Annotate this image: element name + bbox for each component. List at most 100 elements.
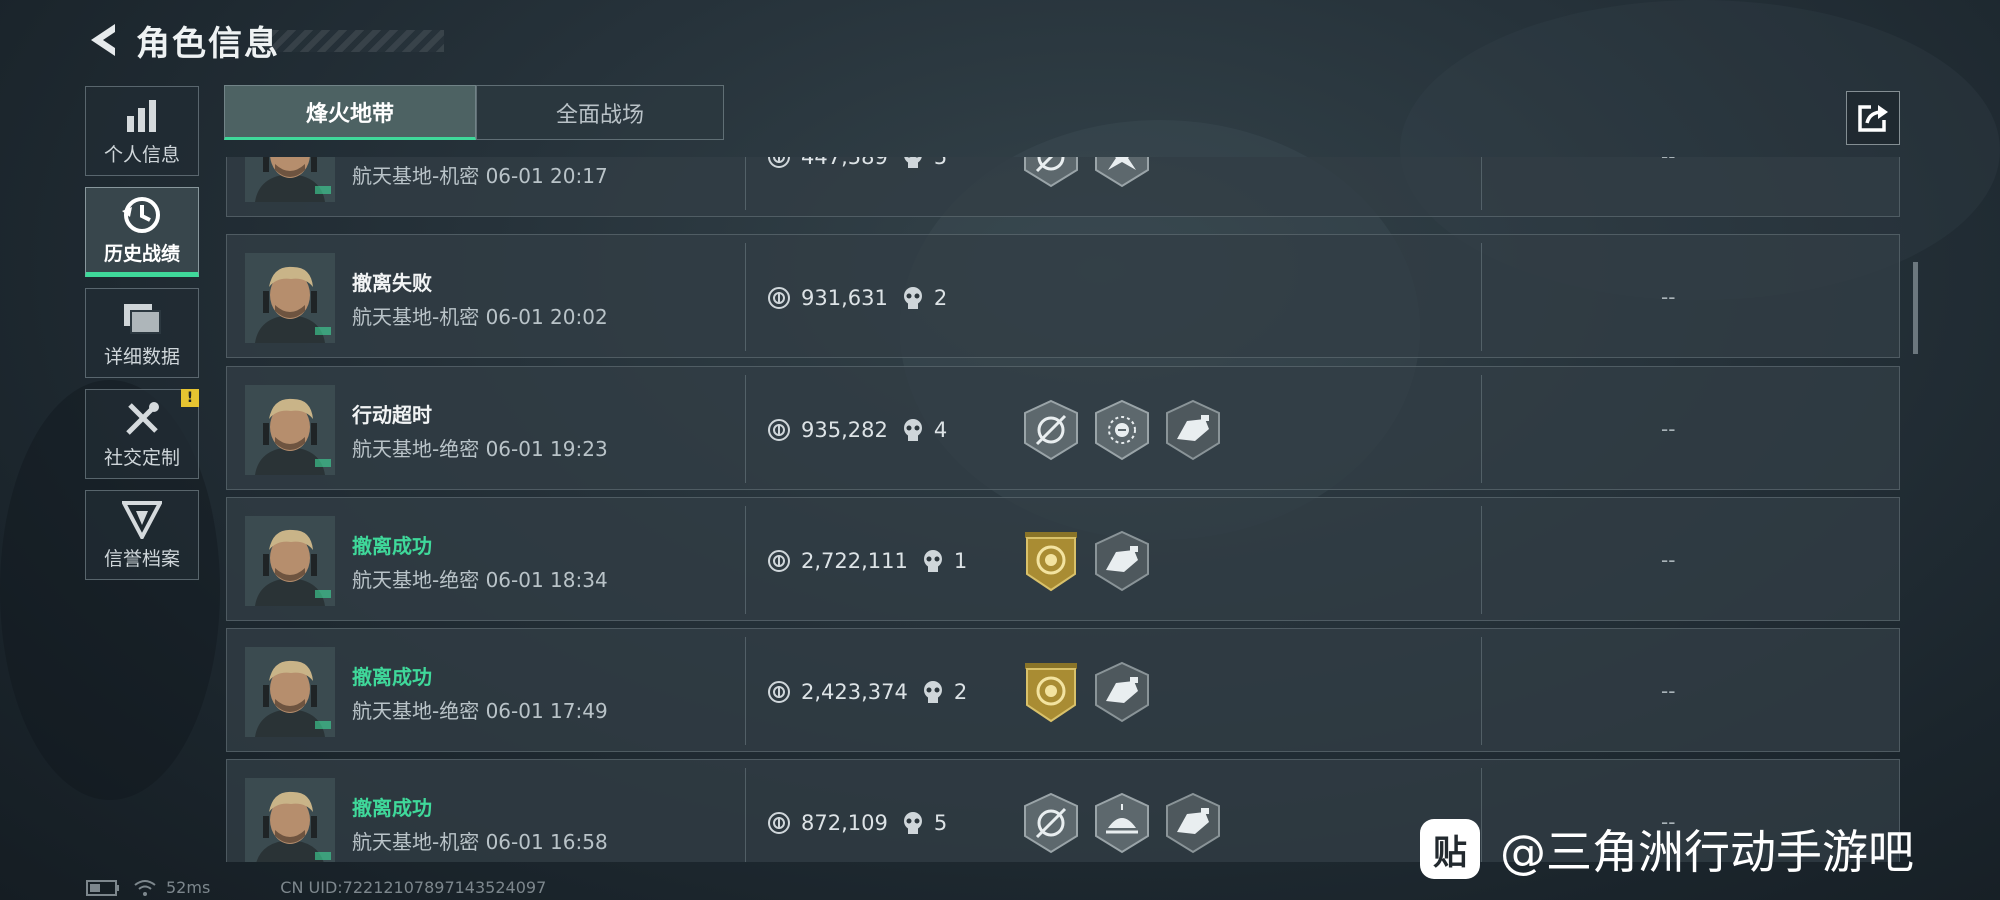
kill-count: 5	[933, 157, 948, 169]
sidebar-item-detailed-data[interactable]: 详细数据	[85, 288, 199, 378]
gold-coin-badge[interactable]	[1023, 661, 1079, 723]
scrollbar[interactable]	[1913, 262, 1918, 354]
achievement-badges	[1023, 399, 1236, 461]
tab-hazard-zone[interactable]: 烽火地带	[224, 85, 476, 140]
match-result: 撤离失败	[352, 271, 432, 295]
match-record-row[interactable]: 行动超时 航天基地-绝密 06-01 19:23 935,282 4 --	[226, 366, 1900, 490]
sidebar-item-reputation[interactable]: 信誉档案	[85, 490, 199, 580]
crosshair-badge[interactable]	[1023, 157, 1079, 188]
extra-value: --	[1661, 157, 1675, 168]
share-button[interactable]	[1846, 91, 1900, 145]
match-meta: 航天基地-机密 06-01 20:17	[352, 160, 608, 189]
sidebar-item-label: 详细数据	[103, 345, 180, 368]
match-result: 撤离成功	[352, 796, 432, 820]
gold-coin-badge[interactable]	[1023, 530, 1079, 592]
match-stats: 935,282 4	[767, 417, 947, 443]
match-record-row[interactable]: 撤离成功航天基地-绝密 06-01 18:34 2,722,111 1 --	[226, 497, 1900, 621]
coin-icon	[768, 681, 790, 703]
match-meta: 航天基地-绝密 06-01 17:49	[352, 695, 608, 724]
share-icon	[1858, 105, 1888, 132]
sidebar-item-personal-info[interactable]: 个人信息	[85, 86, 199, 176]
skull-icon	[904, 157, 922, 168]
achievement-badges	[1023, 661, 1165, 723]
extra-value: --	[1661, 548, 1676, 572]
kill-count: 2	[933, 286, 948, 310]
extract-value: 2,722,111	[801, 549, 908, 573]
match-record-row[interactable]: 航天基地-机密 06-01 20:17 447,589 5 --	[226, 157, 1900, 217]
crosshair-badge[interactable]	[1023, 792, 1079, 854]
skull-icon	[903, 287, 922, 309]
column-divider	[745, 637, 746, 745]
crosshair-badge[interactable]	[1023, 399, 1079, 461]
column-divider	[745, 375, 746, 483]
map-name: 航天基地-机密	[352, 305, 480, 329]
back-arrow-icon[interactable]	[86, 20, 122, 60]
watermark: 贴 @三角洲行动手游吧	[1420, 816, 1914, 882]
coin-icon	[768, 550, 790, 572]
column-divider	[1481, 637, 1482, 745]
extract-value: 872,109	[801, 811, 888, 835]
match-stats: 447,589 5	[767, 157, 947, 170]
operator-avatar	[245, 157, 335, 202]
title-decoration	[264, 30, 444, 52]
wifi-icon	[134, 879, 156, 896]
sidebar-item-label: 信誉档案	[103, 547, 180, 570]
page-title: 角色信息	[136, 23, 280, 64]
watermark-text: @三角洲行动手游吧	[1500, 825, 1914, 879]
extract-value: 2,423,374	[801, 680, 908, 704]
column-divider	[1481, 375, 1482, 483]
bar-chart-icon	[122, 96, 162, 136]
kill-count: 4	[933, 418, 948, 442]
column-divider	[745, 243, 746, 351]
column-divider	[745, 768, 746, 862]
coin-icon	[768, 157, 790, 168]
emblem-icon	[122, 500, 162, 540]
sidebar-item-label: 社交定制	[103, 446, 180, 469]
mode-tabs: 烽火地带 全面战场	[224, 85, 724, 140]
map-name: 航天基地-绝密	[352, 437, 480, 461]
page-header: 角色信息	[86, 18, 444, 64]
match-time: 06-01 17:49	[485, 699, 608, 723]
hand-badge[interactable]	[1094, 661, 1150, 723]
skull-icon	[923, 550, 942, 572]
sidebar: 个人信息 历史战绩 详细数据 ! 社交定制 信誉档案	[85, 86, 199, 591]
map-name: 航天基地-机密	[352, 164, 480, 188]
match-time: 06-01 18:34	[485, 568, 608, 592]
match-record-row[interactable]: 撤离成功 航天基地-绝密 06-01 17:49 2,423,374 2 --	[226, 628, 1900, 752]
column-divider	[1481, 243, 1482, 351]
match-time: 06-01 20:17	[485, 164, 608, 188]
match-stats: 2,722,111 1	[767, 548, 967, 574]
history-list[interactable]: 航天基地-机密 06-01 20:17447,5895--撤离失败航天基地-机密…	[226, 157, 1900, 862]
status-bar: 52ms CN UID:722121078971435240​97	[86, 878, 546, 897]
extra-value: --	[1661, 679, 1676, 703]
column-divider	[745, 157, 746, 210]
sidebar-item-history[interactable]: 历史战绩	[85, 187, 199, 277]
hand-badge[interactable]	[1165, 792, 1221, 854]
map-name: 航天基地-绝密	[352, 699, 480, 723]
tools-icon	[122, 399, 162, 439]
match-result: 撤离成功	[352, 534, 432, 558]
sunrise-badge[interactable]	[1094, 792, 1150, 854]
coin-icon	[768, 812, 790, 834]
extract-value: 447,589	[801, 157, 888, 169]
skull-icon	[903, 419, 922, 441]
map-name: 航天基地-绝密	[352, 568, 480, 592]
kill-count: 1	[953, 549, 968, 573]
match-record-row[interactable]: 撤离失败 航天基地-机密 06-01 20:02 931,631 2 --	[226, 234, 1900, 358]
ping-text: 52ms	[166, 878, 211, 897]
tab-full-battlefield[interactable]: 全面战场	[476, 85, 724, 140]
match-time: 06-01 16:58	[485, 830, 608, 854]
match-stats: 872,109 5	[767, 810, 947, 836]
achievement-badges	[1023, 530, 1165, 592]
hand-badge[interactable]	[1094, 530, 1150, 592]
burst-badge[interactable]	[1094, 157, 1150, 188]
extract-value: 931,631	[801, 286, 888, 310]
operator-avatar	[245, 385, 335, 475]
achievement-badges	[1023, 792, 1236, 854]
coin-target-badge[interactable]	[1094, 399, 1150, 461]
sidebar-item-label: 个人信息	[103, 143, 180, 166]
map-name: 航天基地-机密	[352, 830, 480, 854]
sidebar-item-social[interactable]: ! 社交定制	[85, 389, 199, 479]
hand-badge[interactable]	[1165, 399, 1221, 461]
operator-avatar	[245, 253, 335, 343]
